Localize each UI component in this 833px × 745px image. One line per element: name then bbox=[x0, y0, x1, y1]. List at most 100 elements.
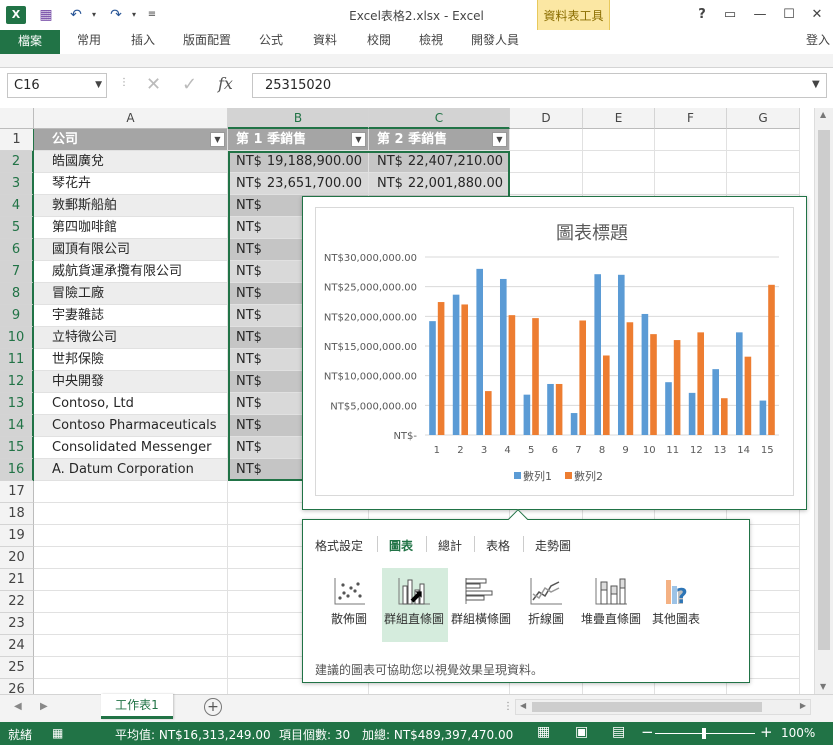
expand-formula-bar-icon[interactable]: ▼ bbox=[812, 79, 820, 90]
grid-cell[interactable] bbox=[583, 129, 655, 151]
add-sheet-icon[interactable]: + bbox=[204, 698, 222, 716]
scroll-down-icon[interactable]: ▼ bbox=[820, 682, 826, 691]
vertical-scrollbar[interactable]: ▲ ▼ bbox=[814, 108, 833, 694]
row-header[interactable]: 16 bbox=[0, 459, 34, 481]
company-cell[interactable]: 皓國廣兌 bbox=[34, 151, 228, 173]
grid-cell[interactable] bbox=[34, 525, 228, 547]
grid-cell[interactable] bbox=[655, 129, 727, 151]
company-cell[interactable]: 敦郵斯船舶 bbox=[34, 195, 228, 217]
sheet-scroll-right-icon[interactable]: ▶ bbox=[40, 701, 48, 712]
row-header[interactable]: 23 bbox=[0, 613, 34, 635]
row-header[interactable]: 3 bbox=[0, 173, 34, 195]
grid-cell[interactable] bbox=[727, 129, 800, 151]
sheet-tab-active[interactable]: 工作表1 bbox=[101, 694, 173, 719]
close-icon[interactable]: ✕ bbox=[805, 4, 829, 26]
line-option[interactable]: 折線圖 bbox=[514, 568, 578, 642]
grid-cell[interactable] bbox=[34, 503, 228, 525]
zoom-level[interactable]: 100% bbox=[781, 726, 815, 740]
column-header-a[interactable]: A bbox=[34, 108, 228, 129]
row-header[interactable]: 6 bbox=[0, 239, 34, 261]
company-cell[interactable]: Contoso Pharmaceuticals bbox=[34, 415, 228, 437]
row-header[interactable]: 4 bbox=[0, 195, 34, 217]
company-cell[interactable]: Contoso, Ltd bbox=[34, 393, 228, 415]
sheet-scroll-left-icon[interactable]: ◀ bbox=[14, 701, 22, 712]
row-header[interactable]: 10 bbox=[0, 327, 34, 349]
grid-cell[interactable] bbox=[510, 151, 583, 173]
tab-file[interactable]: 檔案 bbox=[0, 30, 60, 54]
table-header-cell[interactable]: 公司 ▼ bbox=[34, 129, 228, 151]
grid-cell[interactable] bbox=[34, 657, 228, 679]
row-header[interactable]: 15 bbox=[0, 437, 34, 459]
name-box-dropdown-icon[interactable]: ▼ bbox=[95, 74, 102, 97]
company-cell[interactable]: 世邦保險 bbox=[34, 349, 228, 371]
sales-cell[interactable]: NT$ 23,651,700.00 bbox=[228, 173, 369, 195]
row-header[interactable]: 26 bbox=[0, 679, 34, 694]
row-header[interactable]: 24 bbox=[0, 635, 34, 657]
grid-cell[interactable] bbox=[583, 151, 655, 173]
hscroll-right-icon[interactable]: ▶ bbox=[800, 701, 806, 710]
tab-home[interactable]: 常用 bbox=[68, 30, 110, 53]
column-header-d[interactable]: D bbox=[510, 108, 583, 129]
column-header-f[interactable]: F bbox=[655, 108, 727, 129]
zoom-out-icon[interactable]: − bbox=[641, 723, 654, 741]
minimize-icon[interactable]: — bbox=[748, 4, 772, 26]
grid-cell[interactable] bbox=[34, 591, 228, 613]
grid-cell[interactable] bbox=[655, 151, 727, 173]
horizontal-scrollbar[interactable]: ◀ ▶ bbox=[515, 699, 811, 715]
company-cell[interactable]: Consolidated Messenger bbox=[34, 437, 228, 459]
page-break-view-icon[interactable]: ▤ bbox=[612, 724, 625, 740]
company-cell[interactable]: 冒險工廠 bbox=[34, 283, 228, 305]
grid-cell[interactable] bbox=[510, 173, 583, 195]
grid-cell[interactable] bbox=[583, 173, 655, 195]
zoom-in-icon[interactable]: + bbox=[760, 723, 773, 741]
sales-cell[interactable]: NT$ 22,001,880.00 bbox=[369, 173, 510, 195]
row-header[interactable]: 21 bbox=[0, 569, 34, 591]
company-cell[interactable]: 立特微公司 bbox=[34, 327, 228, 349]
company-cell[interactable]: 威航貨運承攬有限公司 bbox=[34, 261, 228, 283]
zoom-slider-thumb[interactable] bbox=[702, 728, 706, 739]
row-header[interactable]: 7 bbox=[0, 261, 34, 283]
status-average[interactable]: 平均值: NT$16,313,249.00 bbox=[115, 726, 271, 743]
clustered-column-option[interactable]: ⬈ 群組直條圖 bbox=[382, 568, 448, 642]
tab-formatting[interactable]: 格式設定 bbox=[315, 537, 363, 554]
tab-developer[interactable]: 開發人員 bbox=[462, 30, 528, 53]
row-header[interactable]: 20 bbox=[0, 547, 34, 569]
ribbon-display-options-icon[interactable]: ▭ bbox=[718, 4, 742, 26]
row-header[interactable]: 25 bbox=[0, 657, 34, 679]
tabs-splitter-icon[interactable]: ⋮ bbox=[503, 701, 513, 712]
row-header[interactable]: 19 bbox=[0, 525, 34, 547]
filter-dropdown-icon[interactable]: ▼ bbox=[351, 132, 366, 147]
grid-cell[interactable] bbox=[34, 481, 228, 503]
maximize-icon[interactable]: ☐ bbox=[777, 4, 801, 26]
row-header[interactable]: 1 bbox=[0, 129, 34, 151]
column-header-c[interactable]: C bbox=[369, 108, 510, 129]
grid-cell[interactable] bbox=[34, 613, 228, 635]
status-count[interactable]: 項目個數: 30 bbox=[279, 726, 350, 743]
row-header[interactable]: 5 bbox=[0, 217, 34, 239]
table-header-cell[interactable]: 第 1 季銷售 ▼ bbox=[228, 129, 369, 151]
formula-input[interactable]: 25315020 bbox=[252, 73, 827, 98]
company-cell[interactable]: 琴花卉 bbox=[34, 173, 228, 195]
row-header[interactable]: 11 bbox=[0, 349, 34, 371]
company-cell[interactable]: 第四咖啡館 bbox=[34, 217, 228, 239]
tab-tables[interactable]: 表格 bbox=[486, 537, 510, 554]
tab-sparklines[interactable]: 走勢圖 bbox=[535, 537, 571, 554]
page-layout-view-icon[interactable]: ▣ bbox=[575, 724, 588, 740]
grid-cell[interactable] bbox=[34, 547, 228, 569]
filter-dropdown-icon[interactable]: ▼ bbox=[492, 132, 507, 147]
company-cell[interactable]: 宇妻雜誌 bbox=[34, 305, 228, 327]
status-sum[interactable]: 加總: NT$489,397,470.00 bbox=[362, 726, 513, 743]
normal-view-icon[interactable]: ▦ bbox=[537, 724, 550, 740]
formula-bar-splitter-icon[interactable]: ⋮ bbox=[119, 77, 129, 88]
column-header-e[interactable]: E bbox=[583, 108, 655, 129]
grid-cell[interactable] bbox=[34, 635, 228, 657]
row-header[interactable]: 2 bbox=[0, 151, 34, 173]
stacked-column-option[interactable]: 堆疊直條圖 bbox=[579, 568, 643, 642]
tab-formulas[interactable]: 公式 bbox=[250, 30, 292, 53]
filter-dropdown-icon[interactable]: ▼ bbox=[210, 132, 225, 147]
cancel-icon[interactable]: ✕ bbox=[146, 74, 161, 95]
name-box[interactable]: C16 ▼ bbox=[7, 73, 107, 98]
column-header-b[interactable]: B bbox=[228, 108, 369, 129]
scatter-option[interactable]: 散佈圖 bbox=[317, 568, 381, 642]
column-header-g[interactable]: G bbox=[727, 108, 800, 129]
